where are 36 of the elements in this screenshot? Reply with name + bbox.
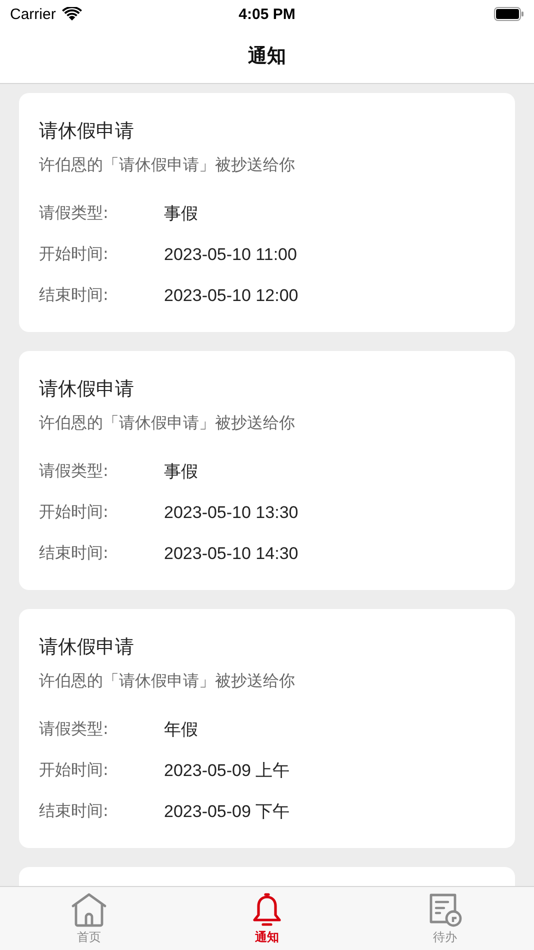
notification-subtitle: 许伯恩的「请休假申请」被抄送给你	[39, 412, 296, 434]
field-label: 请假类型:	[39, 461, 110, 482]
page-title: 通知	[248, 44, 286, 68]
notification-title: 请休假申请	[39, 377, 135, 402]
notification-subtitle: 许伯恩的「请休假申请」被抄送给你	[39, 670, 296, 692]
field-value: 2023-05-10 13:30	[164, 502, 298, 522]
field-label: 请假类型:	[39, 203, 110, 224]
field-label: 开始时间:	[39, 760, 110, 781]
notification-card[interactable]: 请休假申请 许伯恩的「请休假申请」被抄送给你 请假类型: 年假 开始时间: 2023-05-09 上午 结束时间: 2023-05-09 下午	[19, 609, 515, 848]
document-clock-icon	[428, 893, 462, 927]
field-label: 结束时间:	[39, 285, 110, 306]
field-label: 开始时间:	[39, 502, 110, 523]
status-time: 4:05 PM	[238, 6, 296, 22]
battery-icon	[494, 7, 524, 21]
field-label: 请假类型:	[39, 719, 110, 740]
wifi-icon	[62, 7, 82, 21]
notification-title: 请休假申请	[39, 635, 135, 660]
notification-subtitle: 许伯恩的「请休假申请」被抄送给你	[39, 154, 296, 176]
field-value: 2023-05-10 12:00	[164, 286, 298, 306]
home-icon	[71, 893, 107, 927]
field-label: 开始时间:	[39, 244, 110, 265]
tab-item[interactable]: 通知	[178, 887, 356, 950]
field-value: 年假	[164, 719, 198, 741]
notification-card[interactable]: 请休假申请 许伯恩的「请休假申请」被抄送给你 请假类型: 事假 开始时间: 2023-05-10 13:30 结束时间: 2023-05-10 14:30	[19, 351, 515, 590]
notification-title: 请休假申请	[39, 119, 135, 144]
notification-card[interactable]: 请休假申请 许伯恩的「请休假申请」被抄送给你 请假类型: 事假 开始时间: 2023-05-10 11:00 结束时间: 2023-05-10 12:00	[19, 93, 515, 332]
carrier-label: Carrier	[10, 6, 56, 22]
field-label: 结束时间:	[39, 801, 110, 822]
field-value: 事假	[164, 461, 198, 483]
field-value: 2023-05-10 14:30	[164, 544, 298, 564]
field-label: 结束时间:	[39, 543, 110, 564]
field-value: 2023-05-10 11:00	[164, 244, 297, 264]
bell-icon	[252, 893, 282, 927]
field-value: 2023-05-09 下午	[164, 801, 290, 823]
field-value: 事假	[164, 203, 198, 225]
field-value: 2023-05-09 上午	[164, 760, 290, 782]
